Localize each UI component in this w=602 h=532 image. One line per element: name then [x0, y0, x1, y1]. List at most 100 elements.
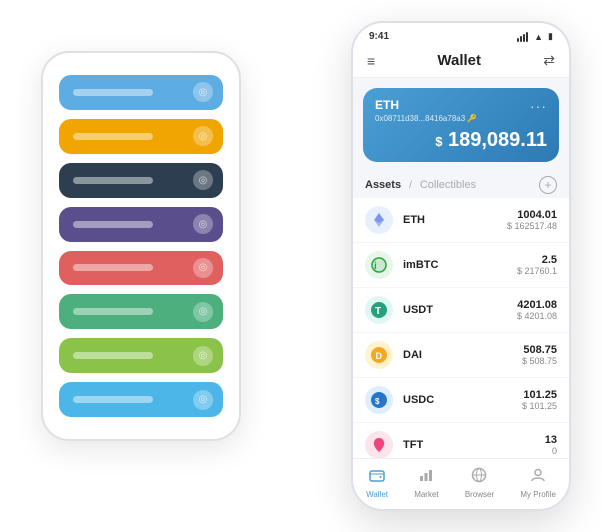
card-text-bar	[73, 396, 153, 403]
svg-text:T: T	[375, 306, 381, 317]
scan-icon[interactable]: ⇄	[543, 52, 555, 69]
asset-amount: 13	[545, 434, 557, 446]
card-text-bar	[73, 264, 153, 271]
table-row[interactable]: T USDT 4201.08 $ 4201.08	[353, 288, 569, 333]
asset-usd: $ 508.75	[522, 356, 557, 366]
nav-item-wallet[interactable]: Wallet	[366, 467, 388, 499]
eth-address: 0x08711d38...8416a78a3 🔑	[375, 114, 477, 123]
asset-values: 508.75 $ 508.75	[522, 344, 557, 366]
asset-name: USDT	[403, 304, 517, 316]
browser-nav-label: Browser	[465, 490, 494, 499]
list-item: ◎	[59, 338, 223, 373]
asset-name: ETH	[403, 214, 507, 226]
list-item: ◎	[59, 294, 223, 329]
table-row[interactable]: i imBTC 2.5 $ 21760.1	[353, 243, 569, 288]
eth-card-info: ETH 0x08711d38...8416a78a3 🔑	[375, 98, 477, 123]
market-nav-label: Market	[414, 490, 438, 499]
bottom-nav: Wallet Market Browser My Profile	[353, 458, 569, 509]
asset-usd: $ 101.25	[522, 401, 557, 411]
asset-usd: $ 162517.48	[507, 221, 557, 231]
wallet-nav-label: Wallet	[366, 490, 388, 499]
usdc-icon: $	[365, 386, 393, 414]
table-row[interactable]: D DAI 508.75 $ 508.75	[353, 333, 569, 378]
imbtc-icon: i	[365, 251, 393, 279]
usdt-icon: T	[365, 296, 393, 324]
card-icon: ◎	[193, 346, 213, 366]
eth-symbol: ETH	[375, 98, 477, 112]
asset-name: DAI	[403, 349, 522, 361]
list-item: ◎	[59, 207, 223, 242]
card-text-bar	[73, 308, 153, 315]
card-icon: ◎	[193, 302, 213, 322]
asset-name-col: USDC	[403, 394, 522, 406]
status-icons: ▲ ▮	[517, 31, 553, 42]
asset-amount: 1004.01	[507, 209, 557, 221]
page-title: Wallet	[437, 52, 481, 69]
table-row[interactable]: TFT 13 0	[353, 423, 569, 458]
card-text-bar	[73, 177, 153, 184]
card-icon: ◎	[193, 258, 213, 278]
svg-text:$: $	[375, 397, 380, 406]
add-asset-button[interactable]: +	[539, 176, 557, 194]
card-text-bar	[73, 352, 153, 359]
eth-icon	[365, 206, 393, 234]
asset-usd: $ 21760.1	[517, 266, 557, 276]
asset-amount: 101.25	[522, 389, 557, 401]
asset-name: imBTC	[403, 259, 517, 271]
assets-tabs: Assets / Collectibles	[365, 179, 476, 191]
eth-balance: $ 189,089.11	[375, 129, 547, 152]
card-icon: ◎	[193, 126, 213, 146]
asset-name-col: USDT	[403, 304, 517, 316]
card-icon: ◎	[193, 170, 213, 190]
eth-card-top: ETH 0x08711d38...8416a78a3 🔑 ···	[375, 98, 547, 123]
asset-values: 2.5 $ 21760.1	[517, 254, 557, 276]
asset-values: 13 0	[545, 434, 557, 456]
table-row[interactable]: $ USDC 101.25 $ 101.25	[353, 378, 569, 423]
wifi-icon: ▲	[534, 32, 543, 42]
card-text-bar	[73, 133, 153, 140]
profile-nav-label: My Profile	[520, 490, 556, 499]
background-phone: ◎ ◎ ◎ ◎ ◎ ◎ ◎ ◎	[41, 51, 241, 441]
more-icon[interactable]: ···	[530, 98, 547, 114]
status-bar: 9:41 ▲ ▮	[353, 23, 569, 46]
status-time: 9:41	[369, 31, 389, 42]
list-item: ◎	[59, 251, 223, 286]
dai-icon: D	[365, 341, 393, 369]
list-item: ◎	[59, 119, 223, 154]
tab-assets[interactable]: Assets	[365, 179, 401, 191]
balance-currency: $	[435, 134, 442, 149]
asset-values: 4201.08 $ 4201.08	[517, 299, 557, 321]
card-text-bar	[73, 89, 153, 96]
asset-name-col: ETH	[403, 214, 507, 226]
wallet-nav-icon	[369, 467, 385, 488]
battery-icon: ▮	[548, 31, 553, 42]
signal-icon	[517, 32, 528, 42]
asset-usd: $ 4201.08	[517, 311, 557, 321]
asset-name-col: imBTC	[403, 259, 517, 271]
card-icon: ◎	[193, 82, 213, 102]
svg-text:D: D	[376, 351, 383, 361]
asset-values: 101.25 $ 101.25	[522, 389, 557, 411]
nav-item-market[interactable]: Market	[414, 467, 438, 499]
eth-card[interactable]: ETH 0x08711d38...8416a78a3 🔑 ··· $ 189,0…	[363, 88, 559, 162]
nav-item-browser[interactable]: Browser	[465, 467, 494, 499]
nav-item-profile[interactable]: My Profile	[520, 467, 556, 499]
list-item: ◎	[59, 75, 223, 110]
list-item: ◎	[59, 382, 223, 417]
scene: ◎ ◎ ◎ ◎ ◎ ◎ ◎ ◎	[11, 11, 591, 521]
asset-name-col: TFT	[403, 439, 545, 451]
asset-values: 1004.01 $ 162517.48	[507, 209, 557, 231]
asset-name-col: DAI	[403, 349, 522, 361]
tft-icon	[365, 431, 393, 458]
card-icon: ◎	[193, 214, 213, 234]
asset-name: USDC	[403, 394, 522, 406]
table-row[interactable]: ETH 1004.01 $ 162517.48	[353, 198, 569, 243]
asset-name: TFT	[403, 439, 545, 451]
tab-separator: /	[409, 180, 412, 191]
asset-amount: 2.5	[517, 254, 557, 266]
menu-icon[interactable]: ≡	[367, 53, 375, 69]
card-text-bar	[73, 221, 153, 228]
foreground-phone: 9:41 ▲ ▮ ≡ Wallet ⇄ ETH	[351, 21, 571, 511]
tab-collectibles[interactable]: Collectibles	[420, 179, 476, 191]
card-icon: ◎	[193, 390, 213, 410]
